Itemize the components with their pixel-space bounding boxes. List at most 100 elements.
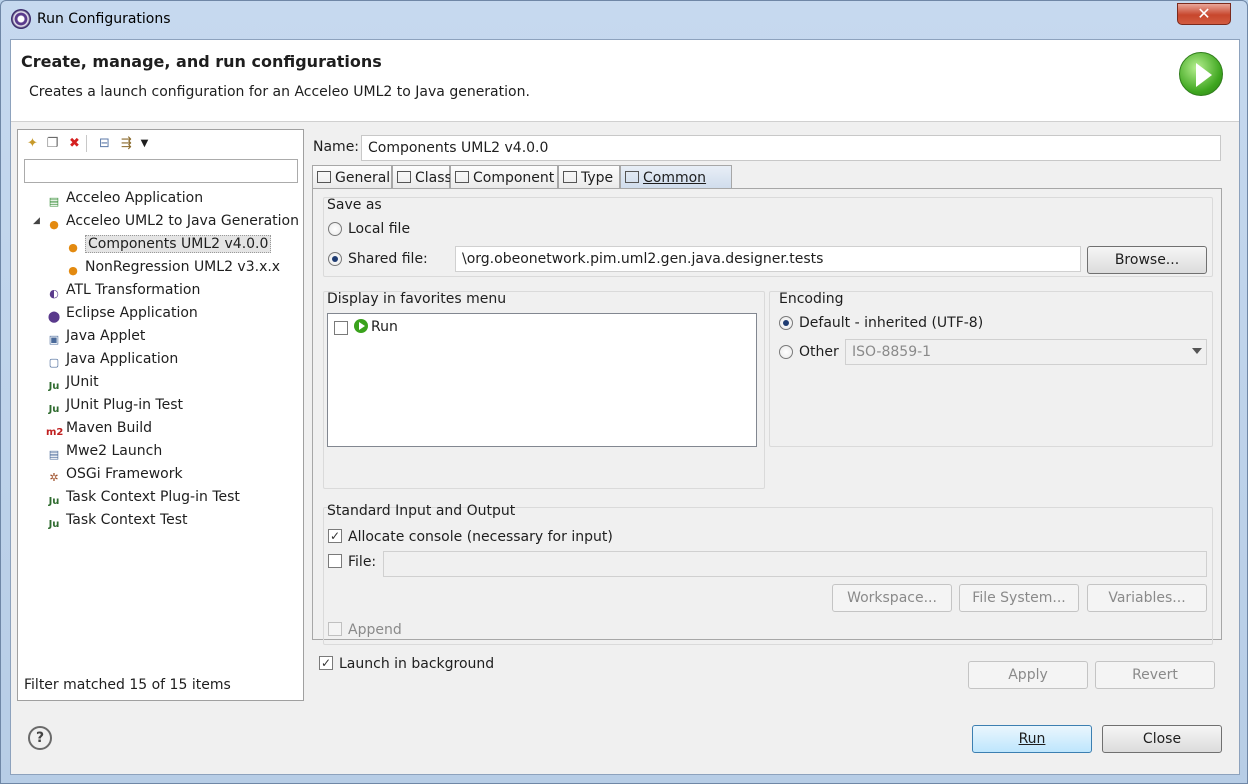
filter-input[interactable] — [24, 159, 298, 183]
filter-config-icon[interactable]: ⇶ — [118, 135, 135, 152]
common-tab-icon — [625, 171, 639, 183]
expand-arrow-icon[interactable]: ◢ — [33, 210, 40, 232]
tree-item-atl-transformation[interactable]: ◐ ATL Transformation — [46, 279, 200, 301]
tree-item-label: Task Context Plug-in Test — [66, 489, 240, 505]
workspace-button[interactable]: Workspace... — [832, 584, 952, 612]
chevron-down-icon[interactable] — [1192, 348, 1202, 354]
tab-common[interactable]: Common — [620, 165, 732, 189]
launch-config-tree-pane: ✦ ❐ ✖ ⊟ ⇶ ▼ ▤ Acceleo Application ◢ ● Acce… — [17, 129, 304, 701]
run-banner-icon — [1179, 52, 1223, 96]
browse-button[interactable]: Browse... — [1087, 246, 1207, 274]
default-encoding-radio[interactable] — [779, 316, 793, 330]
default-encoding-label: Default - inherited (UTF-8) — [799, 315, 984, 331]
toolbar-separator — [86, 135, 87, 152]
close-button[interactable]: Close — [1102, 725, 1222, 753]
run-button[interactable]: Run — [972, 725, 1092, 753]
window-title: Run Configurations — [37, 11, 171, 27]
favorites-list[interactable]: Run — [327, 313, 757, 447]
shared-file-radio[interactable] — [328, 252, 342, 266]
append-checkbox[interactable] — [328, 622, 342, 636]
file-checkbox[interactable] — [328, 554, 342, 568]
launch-background-checkbox[interactable]: ✓ — [319, 656, 333, 670]
junit-plugin-icon: Ju — [48, 404, 60, 415]
duplicate-config-icon[interactable]: ❐ — [44, 135, 61, 152]
launch-background-label: Launch in background — [339, 656, 495, 672]
tab-label: Common — [643, 170, 707, 186]
tab-label: Class — [415, 170, 452, 186]
tab-label: General — [335, 170, 391, 186]
tree-item-acceleo-uml2-to-java-generation[interactable]: ◢ ● Acceleo UML2 to Java Generation — [18, 210, 303, 232]
tree-item-junit-plugin-test[interactable]: Ju JUnit Plug-in Test — [46, 394, 183, 416]
eclipse-icon: ⬤ — [47, 310, 61, 323]
tree-item-task-context-plugin-test[interactable]: Ju Task Context Plug-in Test — [46, 486, 240, 508]
tree-item-label: Task Context Test — [66, 512, 188, 528]
chevron-down-icon[interactable]: ▼ — [136, 135, 153, 152]
tree-item-java-applet[interactable]: ▣ Java Applet — [46, 325, 146, 347]
tree-item-label: Java Application — [66, 351, 179, 367]
maven-icon: m2 — [46, 427, 64, 438]
tree-item-label: ATL Transformation — [66, 282, 201, 298]
local-file-radio[interactable] — [328, 222, 342, 236]
header-description: Creates a launch configuration for an Ac… — [29, 84, 530, 100]
collapse-all-icon[interactable]: ⊟ — [96, 135, 113, 152]
tree-item-mwe2-launch[interactable]: ▤ Mwe2 Launch — [46, 440, 162, 462]
revert-button[interactable]: Revert — [1095, 661, 1215, 689]
filter-status: Filter matched 15 of 15 items — [24, 677, 231, 693]
tree-item-label: Components UML2 v4.0.0 — [85, 235, 272, 253]
acceleo-config-icon: ● — [68, 241, 78, 254]
tree-item-junit[interactable]: Ju JUnit — [46, 371, 99, 393]
other-encoding-radio[interactable] — [779, 345, 793, 359]
dialog-client: Create, manage, and run configurations C… — [10, 39, 1240, 775]
append-label: Append — [348, 622, 402, 638]
tree-item-eclipse-application[interactable]: ⬤ Eclipse Application — [46, 302, 198, 324]
tab-class[interactable]: Class — [392, 165, 452, 189]
name-label: Name: — [313, 139, 360, 155]
tree-item-maven-build[interactable]: m2 Maven Build — [46, 417, 152, 439]
atl-icon: ◐ — [49, 287, 59, 300]
tab-general[interactable]: General — [312, 165, 392, 189]
config-toolbar: ✦ ❐ ✖ ⊟ ⇶ ▼ — [22, 132, 300, 156]
favorite-run-item: Run — [354, 319, 398, 335]
tree-item-acceleo-application[interactable]: ▤ Acceleo Application — [46, 187, 203, 209]
variables-button[interactable]: Variables... — [1087, 584, 1207, 612]
general-tab-icon — [317, 171, 331, 183]
file-system-button[interactable]: File System... — [959, 584, 1079, 612]
tree-item-java-application[interactable]: ▢ Java Application — [46, 348, 178, 370]
favorites-title: Display in favorites menu — [327, 291, 507, 307]
other-encoding-select[interactable]: ISO-8859-1 — [845, 339, 1207, 365]
tree-item-osgi-framework[interactable]: ✲ OSGi Framework — [46, 463, 182, 485]
config-name-input[interactable]: Components UML2 v4.0.0 — [361, 135, 1221, 161]
other-encoding-label: Other — [799, 344, 839, 360]
tab-type[interactable]: Type — [558, 165, 620, 189]
junit-icon: Ju — [48, 381, 60, 392]
tree-item-label: Java Applet — [66, 328, 146, 344]
tree-item-label: NonRegression UML2 v3.x.x — [85, 259, 281, 275]
apply-button[interactable]: Apply — [968, 661, 1088, 689]
tree-item-label: Acceleo UML2 to Java Generation — [66, 213, 299, 229]
other-encoding-value: ISO-8859-1 — [852, 344, 932, 360]
tab-component[interactable]: Component — [450, 165, 558, 189]
component-tab-icon — [455, 171, 469, 183]
tree-item-components-uml2[interactable]: ● Components UML2 v4.0.0 — [65, 233, 272, 255]
tree-item-task-context-test[interactable]: Ju Task Context Test — [46, 509, 188, 531]
new-config-icon[interactable]: ✦ — [24, 135, 41, 152]
acceleo-app-icon: ▤ — [48, 195, 60, 208]
run-button-label: Run — [1018, 731, 1046, 747]
tree-item-label: Maven Build — [66, 420, 153, 436]
title-bar[interactable]: Run Configurations ✕ — [1, 1, 1247, 39]
tree-item-nonregression-uml2[interactable]: ● NonRegression UML2 v3.x.x — [65, 256, 280, 278]
favorite-run-label: Run — [371, 319, 398, 335]
shared-file-input[interactable]: \org.obeonetwork.pim.uml2.gen.java.desig… — [455, 246, 1081, 272]
shared-file-label: Shared file: — [348, 251, 428, 267]
tab-label: Component — [473, 170, 555, 186]
help-icon[interactable]: ? — [28, 726, 52, 750]
delete-config-icon[interactable]: ✖ — [66, 135, 83, 152]
file-input[interactable] — [383, 551, 1207, 577]
favorite-run-checkbox[interactable] — [334, 321, 348, 335]
acceleo-uml2-icon: ● — [49, 218, 59, 231]
tree-item-label: Mwe2 Launch — [66, 443, 163, 459]
tree-item-label: Eclipse Application — [66, 305, 198, 321]
allocate-console-checkbox[interactable]: ✓ — [328, 529, 342, 543]
window-close-button[interactable]: ✕ — [1177, 3, 1231, 25]
stdio-title: Standard Input and Output — [327, 503, 516, 519]
